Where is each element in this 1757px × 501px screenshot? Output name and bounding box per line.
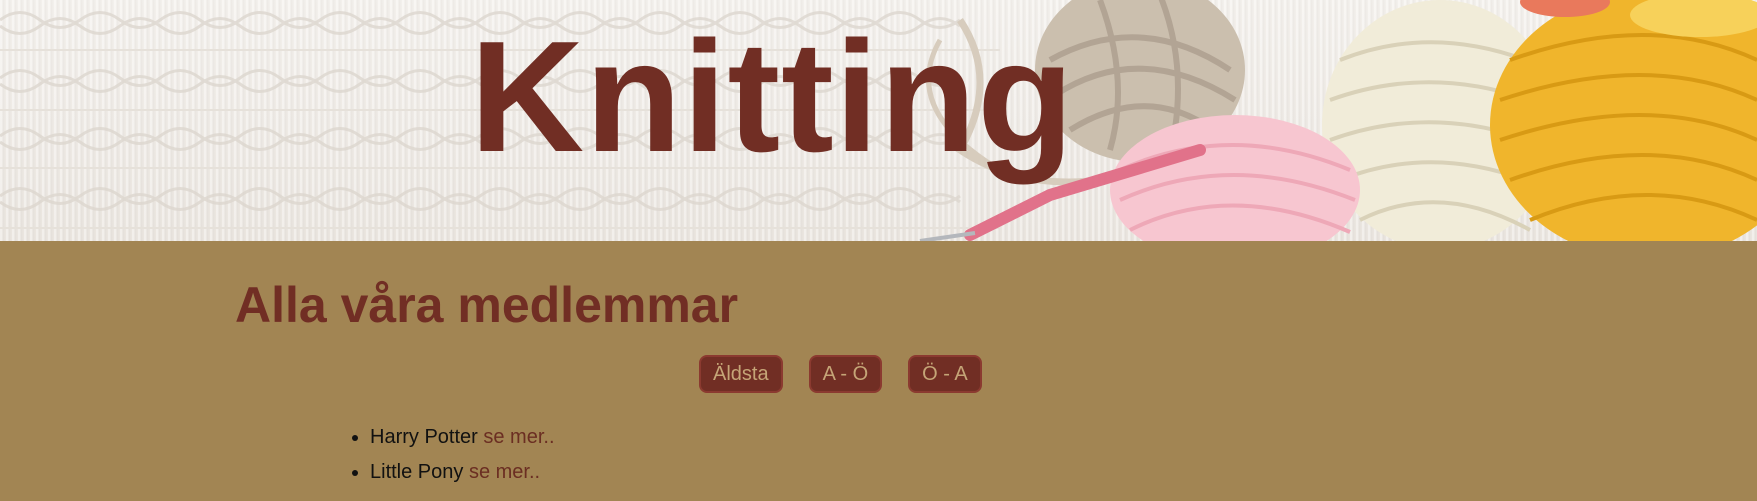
member-name: Little Pony bbox=[370, 461, 464, 483]
sort-z-a-button[interactable]: Ö - A bbox=[908, 355, 982, 393]
members-heading: Alla våra medlemmar bbox=[235, 277, 739, 333]
see-more-link[interactable]: se mer.. bbox=[483, 426, 554, 448]
sort-a-z-button[interactable]: A - Ö bbox=[808, 355, 883, 393]
page: Knitting Alla våra medlemmar Äldsta A - … bbox=[0, 0, 1757, 501]
see-more-link[interactable]: se mer.. bbox=[469, 461, 540, 483]
list-item: Little Pony se mer.. bbox=[370, 457, 555, 492]
yellow-yarn-ball bbox=[1490, 0, 1757, 241]
site-title: Knitting bbox=[470, 9, 1075, 185]
sort-oldest-button[interactable]: Äldsta bbox=[699, 355, 783, 393]
header-banner: Knitting bbox=[0, 0, 1757, 241]
members-list: Harry Potter se mer.. Little Pony se mer… bbox=[325, 422, 555, 492]
sort-bar: Äldsta A - Ö Ö - A bbox=[699, 355, 982, 393]
member-name: Harry Potter bbox=[370, 426, 478, 448]
list-item: Harry Potter se mer.. bbox=[370, 422, 555, 457]
